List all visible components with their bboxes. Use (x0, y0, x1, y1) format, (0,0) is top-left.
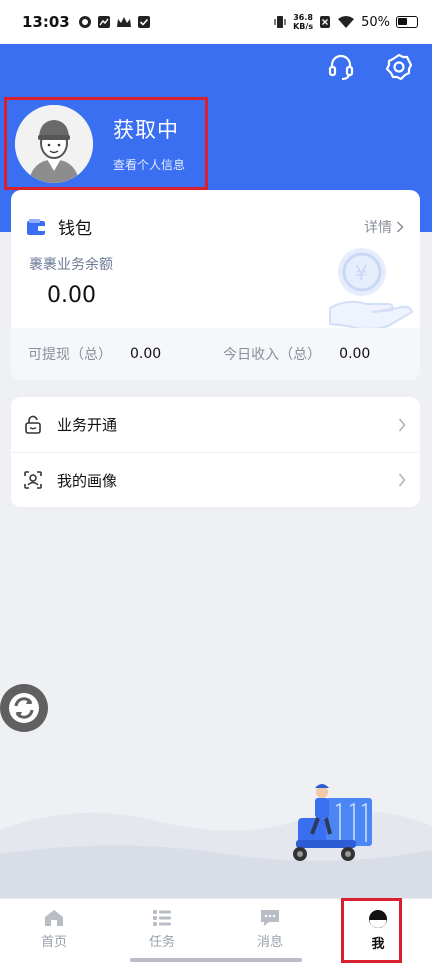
coin-hand-icon: ¥ (329, 248, 414, 330)
app-notification-icon (78, 16, 91, 28)
home-indicator (130, 958, 302, 962)
avatar[interactable] (15, 104, 93, 183)
network-speed: 36.8 KB/s (293, 13, 313, 31)
network-speed-value: 36.8 (293, 13, 313, 22)
chevron-right-icon (398, 473, 406, 487)
status-bar: 13:03 36.8 KB/s 50% (0, 0, 432, 44)
message-icon (261, 910, 279, 926)
status-time: 13:03 (22, 13, 70, 31)
wallet-icon (27, 218, 45, 235)
profile-name: 获取中 (113, 118, 179, 142)
view-profile-link[interactable]: 查看个人信息 (113, 156, 185, 173)
wallet-detail-label: 详情 (364, 219, 392, 236)
check-notification-icon (137, 16, 150, 28)
tab-label: 消息 (256, 935, 283, 950)
menu-item-label: 我的画像 (57, 471, 118, 490)
balance-label: 裹裹业务余额 (29, 257, 113, 273)
today-income-value: 0.00 (339, 346, 371, 362)
menu-item-business-activation[interactable]: 业务开通 (11, 397, 420, 452)
wallet-card: 钱包 详情 裹裹业务余额 0.00 ¥ 可提现（总） 0.00 今日收入（总） … (11, 190, 420, 380)
wallet-header: 钱包 详情 (11, 190, 420, 239)
tab-label: 任务 (148, 935, 175, 950)
vibrate-icon (274, 16, 286, 28)
settings-icon[interactable] (384, 52, 414, 82)
battery-percent: 50% (361, 14, 390, 30)
delivery-scene-illustration (0, 784, 432, 898)
courier-avatar-icon (15, 104, 93, 183)
tab-home[interactable]: 首页 (0, 899, 108, 964)
tab-messages[interactable]: 消息 (216, 899, 324, 964)
wifi-icon (338, 16, 355, 28)
menu-card: 业务开通 我的画像 (11, 397, 420, 507)
no-sim-icon (320, 16, 331, 28)
crown-icon (116, 17, 131, 27)
menu-item-my-profile-portrait[interactable]: 我的画像 (11, 452, 420, 507)
svg-text:¥: ¥ (355, 261, 368, 285)
today-income-label: 今日收入（总） (223, 347, 322, 363)
chevron-right-icon (396, 220, 404, 233)
balance-value: 0.00 (47, 283, 96, 308)
battery-icon (396, 16, 418, 28)
tab-me-highlight (341, 898, 402, 963)
withdrawable-label: 可提现（总） (28, 347, 112, 363)
headset-icon[interactable] (326, 52, 356, 82)
wallet-title: 钱包 (58, 219, 92, 239)
floating-refresh-button[interactable] (0, 684, 48, 732)
withdrawable-value: 0.00 (130, 346, 162, 362)
tab-label: 首页 (40, 935, 67, 950)
chevron-right-icon (398, 418, 406, 431)
network-speed-unit: KB/s (293, 22, 314, 31)
menu-item-label: 业务开通 (57, 416, 118, 434)
face-scan-icon (24, 471, 42, 489)
task-list-icon (153, 910, 171, 926)
wallet-detail-button[interactable]: 详情 (364, 217, 404, 237)
status-system-icons: 36.8 KB/s 50% (273, 13, 418, 31)
tab-tasks[interactable]: 任务 (108, 899, 216, 964)
profile-header[interactable]: 获取中 查看个人信息 (4, 97, 208, 190)
profile-text: 获取中 查看个人信息 (113, 114, 185, 173)
image-notification-icon (97, 16, 110, 28)
wallet-summary: 可提现（总） 0.00 今日收入（总） 0.00 (11, 328, 420, 380)
refresh-icon (9, 693, 39, 723)
lock-icon (25, 415, 41, 434)
status-notification-icons (78, 15, 151, 29)
home-icon (45, 910, 63, 926)
